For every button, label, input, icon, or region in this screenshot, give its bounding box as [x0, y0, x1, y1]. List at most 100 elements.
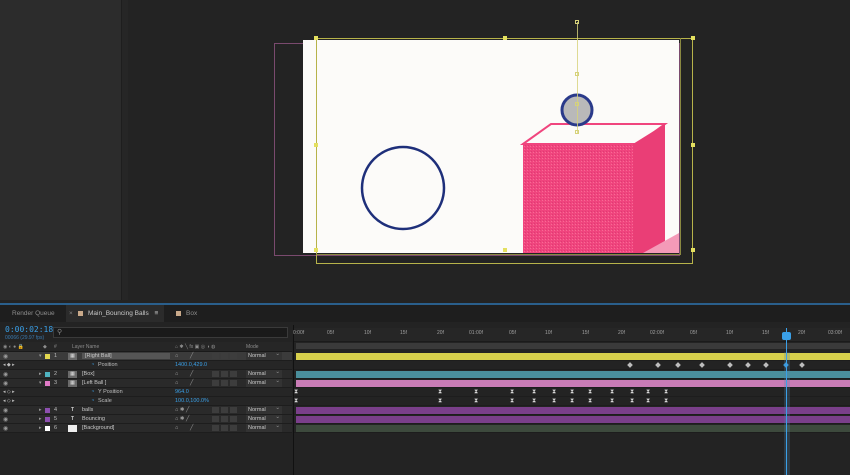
keyframe[interactable] [727, 362, 733, 368]
hold-keyframe[interactable]: ⧗ [532, 389, 536, 396]
keyframe[interactable] [627, 362, 633, 368]
transform-handle[interactable] [691, 36, 695, 40]
quality-switch-icon[interactable]: ╱ [190, 380, 193, 386]
layer-name-header[interactable]: Layer Name [72, 344, 99, 350]
transform-handle[interactable] [691, 143, 695, 147]
property-row[interactable]: ◂ ◆ ▸ ◔ Position 1400.0,429.0 [0, 361, 292, 370]
keyframe[interactable] [799, 362, 805, 368]
layer-duration-bar[interactable] [296, 371, 850, 378]
layer-switches[interactable] [212, 425, 239, 433]
layer-row[interactable]: ◉ ▾ 1 ▦ [Right Ball] ⌂ ╱ Normal [0, 350, 292, 361]
hold-keyframe[interactable]: ⧗ [510, 398, 514, 405]
keyframe[interactable] [745, 362, 751, 368]
work-area-bar[interactable] [296, 343, 850, 349]
layer-row[interactable]: ◉ ▸ 4 T balls ⌂ ✱ ╱ Normal [0, 404, 292, 415]
hold-keyframe[interactable]: ⧗ [588, 389, 592, 396]
stopwatch-icon[interactable]: ◔ [91, 389, 94, 395]
layer-duration-bar[interactable] [296, 407, 850, 414]
hold-keyframe[interactable]: ⧗ [610, 389, 614, 396]
blend-mode-select[interactable]: Normal [246, 422, 282, 432]
shy-switch-icon[interactable]: ⌂ [175, 371, 178, 377]
label-color[interactable] [45, 426, 50, 431]
keyframe[interactable] [699, 362, 705, 368]
playhead-handle[interactable] [782, 332, 791, 340]
label-color[interactable] [45, 408, 50, 413]
blend-mode-select[interactable]: Normal [246, 350, 282, 360]
transform-handle[interactable] [314, 248, 318, 252]
layer-search-input[interactable]: ⚲ [53, 327, 288, 338]
hold-keyframe[interactable]: ⧗ [664, 389, 668, 396]
property-value[interactable]: 964.0 [175, 389, 189, 395]
current-time[interactable]: 0:00:02:18 [5, 325, 53, 334]
hold-keyframe[interactable]: ⧗ [588, 398, 592, 405]
layer-name[interactable]: [Left Ball ] [82, 380, 106, 386]
shy-switch-icon[interactable]: ⌂ [175, 425, 178, 431]
hold-keyframe[interactable]: ⧗ [646, 398, 650, 405]
playhead[interactable] [786, 328, 787, 475]
hold-keyframe[interactable]: ⧗ [610, 398, 614, 405]
stopwatch-icon[interactable]: ◔ [91, 398, 94, 404]
label-color[interactable] [45, 417, 50, 422]
quality-switch-icon[interactable]: ╱ [190, 371, 193, 377]
hold-keyframe[interactable]: ⧗ [294, 398, 298, 405]
keyframe-nav-icon[interactable]: ◂ ◇ ▸ [3, 398, 15, 404]
property-value[interactable]: 1400.0,429.0 [175, 362, 207, 368]
layer-switches[interactable] [212, 371, 239, 379]
stopwatch-icon[interactable]: ◔ [91, 362, 94, 368]
eye-icon[interactable]: ◉ [3, 425, 8, 432]
layer-name[interactable]: balls [82, 407, 93, 413]
layer-switches[interactable] [212, 353, 239, 361]
eye-icon[interactable]: ◉ [3, 371, 8, 378]
shy-switch-icon[interactable]: ⌂ ✱ ╱ [175, 416, 189, 422]
motion-path-keyframe[interactable] [575, 130, 579, 134]
chevron-right-icon[interactable]: ▸ [39, 416, 42, 422]
chevron-right-icon[interactable]: ▸ [39, 425, 42, 431]
transform-handle[interactable] [314, 143, 318, 147]
layer-row[interactable]: ◉ ▸ 5 T Bouncing ⌂ ✱ ╱ Normal [0, 413, 292, 424]
chevron-right-icon[interactable]: ▸ [39, 371, 42, 377]
hold-keyframe[interactable]: ⧗ [646, 389, 650, 396]
layer-name[interactable]: [Right Ball] [82, 353, 170, 359]
layer-duration-bar[interactable] [296, 353, 850, 360]
transform-handle[interactable] [503, 248, 507, 252]
chevron-right-icon[interactable]: ▸ [39, 407, 42, 413]
quality-switch-icon[interactable]: ╱ [190, 353, 193, 359]
hold-keyframe[interactable]: ⧗ [630, 398, 634, 405]
hold-keyframe[interactable]: ⧗ [630, 389, 634, 396]
tab-menu-icon[interactable]: ≡ [155, 310, 159, 317]
layer-row[interactable]: ◉ ▸ 6 [Background] ⌂ ╱ Normal [0, 422, 292, 433]
hold-keyframe[interactable]: ⧗ [532, 398, 536, 405]
layer-name[interactable]: [Background] [82, 425, 114, 431]
label-color[interactable] [45, 381, 50, 386]
keyframe-nav-icon[interactable]: ◂ ◆ ▸ [3, 362, 15, 368]
keyframe[interactable] [655, 362, 661, 368]
property-row[interactable]: ◂ ◇ ▸ ◔ Scale 100.0,100.0% [0, 397, 292, 406]
chevron-down-icon[interactable]: ▾ [39, 353, 42, 359]
property-value[interactable]: 100.0,100.0% [175, 398, 209, 404]
hold-keyframe[interactable]: ⧗ [552, 398, 556, 405]
property-row[interactable]: ◂ ◇ ▸ ◔ Y Position 964.0 [0, 388, 292, 397]
layer-duration-bar[interactable] [296, 380, 850, 387]
hold-keyframe[interactable]: ⧗ [474, 398, 478, 405]
composition-viewer[interactable] [0, 0, 850, 300]
shy-switch-icon[interactable]: ⌂ [175, 380, 178, 386]
shy-switch-icon[interactable]: ⌂ [175, 353, 178, 359]
hold-keyframe[interactable]: ⧗ [474, 389, 478, 396]
eye-icon[interactable]: ◉ [3, 416, 8, 423]
close-icon[interactable]: × [69, 305, 73, 322]
composition-canvas[interactable] [303, 40, 679, 253]
keyframe[interactable] [675, 362, 681, 368]
time-ruler[interactable]: 0:00f 05f 10f 15f 20f 01:00f 05f 10f 15f… [293, 328, 850, 342]
shy-switch-icon[interactable]: ⌂ ✱ ╱ [175, 407, 189, 413]
transform-handle[interactable] [314, 36, 318, 40]
hold-keyframe[interactable]: ⧗ [438, 398, 442, 405]
hold-keyframe[interactable]: ⧗ [570, 389, 574, 396]
keyframe-nav-icon[interactable]: ◂ ◇ ▸ [3, 389, 15, 395]
layer-name[interactable]: Bouncing [82, 416, 105, 422]
layer-row[interactable]: ◉ ▾ 3 ▦ [Left Ball ] ⌂ ╱ Normal [0, 377, 292, 388]
blend-mode-select[interactable]: Normal [246, 377, 282, 387]
motion-path-keyframe[interactable] [575, 102, 579, 106]
tab-box[interactable]: Box [164, 305, 224, 322]
tab-main-bouncing-balls[interactable]: × Main_Bouncing Balls ≡ [66, 305, 164, 322]
layer-switches[interactable] [212, 407, 239, 415]
